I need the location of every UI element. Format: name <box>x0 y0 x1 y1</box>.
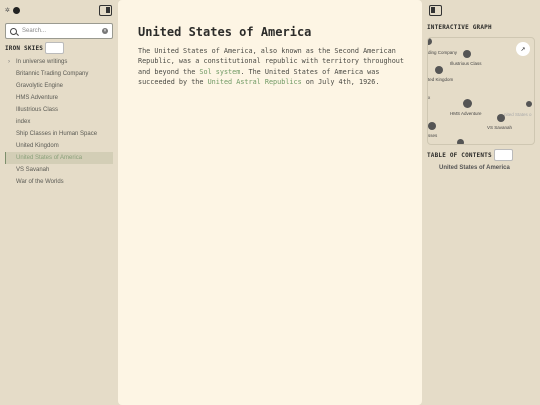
search-placeholder: Search... <box>22 28 47 34</box>
page-title: United States of America <box>138 25 312 39</box>
explorer-folder-in-universe-writings[interactable]: › In universe writings <box>5 56 113 68</box>
search-icon <box>10 27 17 35</box>
explorer-item[interactable]: VS Savanah <box>5 164 113 176</box>
explorer-item[interactable]: index <box>5 116 113 128</box>
graph-node-label: ding Company <box>428 50 458 55</box>
toc-item[interactable]: United States of America <box>439 165 510 171</box>
explorer-collapse-button[interactable] <box>45 42 65 54</box>
explorer-item[interactable]: Gravolytic Engine <box>5 80 113 92</box>
expand-graph-icon[interactable]: ↗ <box>516 42 530 56</box>
toc-collapse-button[interactable] <box>493 149 513 161</box>
graph-node-label: sses <box>428 133 438 138</box>
graph-node-label: x <box>428 95 431 100</box>
sidebar-toggle-icon[interactable] <box>429 5 442 16</box>
graph-title: INTERACTIVE GRAPH <box>427 24 492 31</box>
united-astral-republics-link[interactable]: United Astral Republics <box>208 78 302 86</box>
graph-node[interactable] <box>463 99 472 108</box>
graph-node-label: Illustrious Class <box>450 61 482 66</box>
reader-mode-icon[interactable] <box>99 5 112 16</box>
left-sidebar: ✲ Search... × IRON SKIES › In universe w… <box>0 0 118 405</box>
graph-node[interactable] <box>428 38 432 45</box>
explorer-title: IRON SKIES <box>5 44 44 52</box>
explorer-item[interactable]: Britannic Trading Company <box>5 68 113 80</box>
theme-toggle[interactable]: ✲ <box>5 6 20 14</box>
clear-icon[interactable]: × <box>102 28 108 34</box>
explorer-list: › In universe writings Britannic Trading… <box>5 56 113 188</box>
graph-node[interactable] <box>457 139 464 144</box>
interactive-graph[interactable]: ↗ ding Company Illustrious Class ted Kin… <box>427 37 535 145</box>
graph-node[interactable] <box>497 114 505 122</box>
search-input[interactable]: Search... × <box>5 23 113 39</box>
explorer-header: IRON SKIES <box>5 42 65 54</box>
chevron-right-icon[interactable]: › <box>8 56 10 68</box>
explorer-item-label: In universe writings <box>16 59 68 65</box>
toc-title: TABLE OF CONTENTS <box>427 151 492 159</box>
graph-node-label: nited States o <box>504 112 532 117</box>
explorer-item[interactable]: United Kingdom <box>5 140 113 152</box>
article-body: The United States of America, also known… <box>138 46 408 88</box>
sun-icon[interactable]: ✲ <box>5 6 10 14</box>
graph-node-label: VS Savanah <box>487 125 513 130</box>
graph-node[interactable] <box>428 122 436 130</box>
explorer-item-active[interactable]: United States of America <box>5 152 113 164</box>
sol-system-link[interactable]: Sol system <box>199 68 240 76</box>
article-text: on July 4th, 1926. <box>301 78 380 87</box>
graph-node[interactable] <box>435 66 443 74</box>
graph-node[interactable] <box>463 50 471 58</box>
graph-node-label: HMS Adventure <box>450 111 482 116</box>
graph-node[interactable] <box>526 101 532 107</box>
graph-node-label: ted Kingdom <box>428 77 454 82</box>
moon-icon[interactable] <box>12 6 20 14</box>
toc-header: TABLE OF CONTENTS <box>427 149 513 161</box>
right-sidebar: INTERACTIVE GRAPH ↗ ding Company Illustr… <box>422 0 540 405</box>
explorer-item[interactable]: War of the Worlds <box>5 176 113 188</box>
explorer-item[interactable]: HMS Adventure <box>5 92 113 104</box>
main-content: United States of America The United Stat… <box>118 0 422 405</box>
explorer-item[interactable]: Ship Classes in Human Space <box>5 128 113 140</box>
explorer-item[interactable]: Illustrious Class <box>5 104 113 116</box>
